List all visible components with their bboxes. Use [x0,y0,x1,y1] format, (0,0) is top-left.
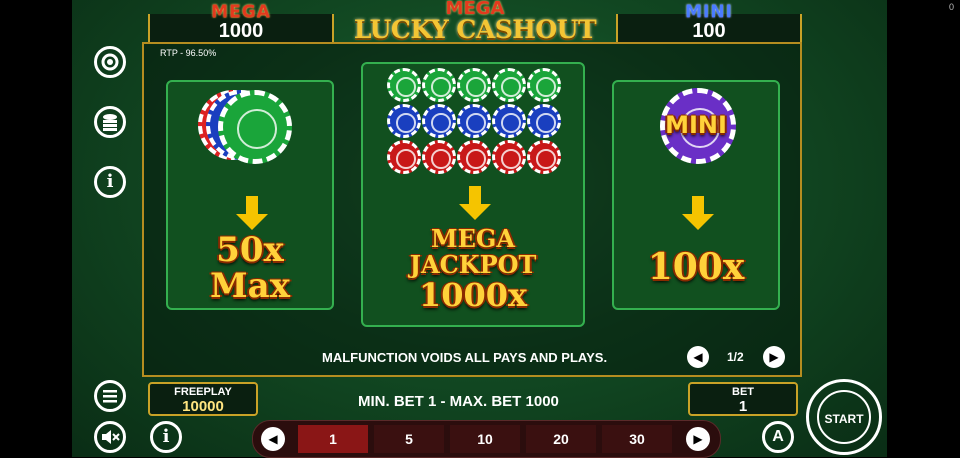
sound-muted-icon[interactable] [94,421,126,453]
mini-jackpot-card: MINI 100x [612,80,780,310]
bet-option[interactable]: 10 [450,425,520,453]
bet-selector: ◀ 1 5 10 20 30 ▶ [252,420,721,458]
stack-chips-card: 50x Max [166,80,334,310]
mega-jackpot-title: MEGA [211,2,271,22]
freeplay-label: FREEPLAY [174,386,232,398]
mega-jackpot-box: MEGA 1000 [148,2,334,44]
mega-jackpot-value: 1000 [218,20,264,42]
mini-chip-label: MINI [665,111,727,139]
prev-page-button[interactable]: ◀ [687,346,709,368]
autoplay-label: A [772,428,784,445]
bet-option[interactable]: 1 [298,425,368,453]
start-button[interactable]: START [806,379,882,455]
info-icon[interactable]: i [94,166,126,198]
next-page-button[interactable]: ▶ [763,346,785,368]
corner-counter: 0 [948,2,954,12]
bet-option[interactable]: 30 [602,425,672,453]
left-card-max: Max [210,266,290,306]
malfunction-notice: MALFUNCTION VOIDS ALL PAYS AND PLAYS. [322,350,608,365]
bet-option[interactable]: 20 [526,425,596,453]
coin-stack-icon[interactable] [94,106,126,138]
paytable-panel: RTP - 96.50% 50x Max MEGA JACKPOT 1000x … [142,42,802,377]
bet-next-button[interactable]: ▶ [686,427,710,451]
bet-option[interactable]: 5 [374,425,444,453]
start-label: START [817,390,871,444]
center-card-multiplier: 1000x [418,276,528,314]
freeplay-value: 10000 [182,398,224,415]
left-card-multiplier: 50x [216,230,284,270]
bet-value: 1 [738,398,748,415]
mini-jackpot-title: MINI [685,2,733,22]
autoplay-button[interactable]: A [762,421,794,453]
mega-jackpot-card: MEGA JACKPOT 1000x [361,62,585,327]
center-card-jackpot: JACKPOT [409,250,537,279]
down-arrow-icon [682,196,714,230]
paytable-info-icon[interactable]: i [150,421,182,453]
down-arrow-icon [459,186,491,220]
rtp-label: RTP - 96.50% [160,48,217,58]
game-logo: MEGA LUCKY CASHOUT [340,0,610,42]
bet-label: BET [732,386,754,398]
down-arrow-icon [236,196,268,230]
bet-box: BET 1 [688,382,798,416]
right-card-multiplier: 100x [647,246,745,288]
mini-jackpot-box: MINI 100 [616,2,802,44]
game-logo-line2: LUCKY CASHOUT [353,15,597,44]
page-indicator: 1/2 [727,350,744,364]
menu-icon[interactable] [94,380,126,412]
settings-gear-icon[interactable] [94,46,126,78]
freeplay-box: FREEPLAY 10000 [148,382,258,416]
mini-jackpot-value: 100 [692,20,726,42]
chip-grid-icon [387,68,563,178]
center-card-mega: MEGA [431,224,515,253]
bet-prev-button[interactable]: ◀ [261,427,285,451]
bet-range-text: MIN. BET 1 - MAX. BET 1000 [358,393,559,410]
